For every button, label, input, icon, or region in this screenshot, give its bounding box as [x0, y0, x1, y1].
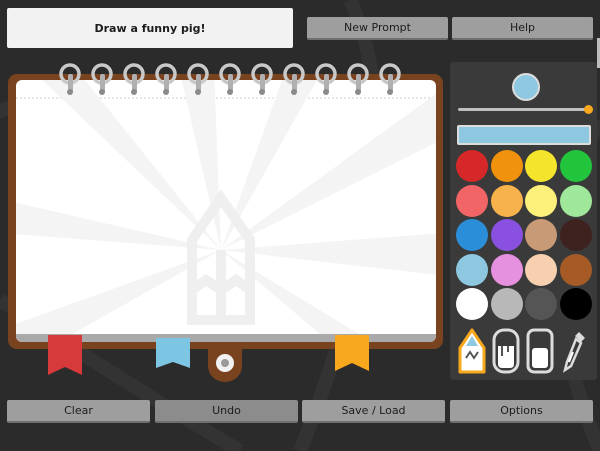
bookmark-tab-blue[interactable]	[156, 338, 190, 368]
notebook-clasp	[208, 344, 242, 382]
paint-bucket-icon	[498, 346, 514, 368]
color-swatch[interactable]	[559, 219, 592, 251]
color-swatch[interactable]	[525, 184, 557, 217]
color-swatch[interactable]	[525, 288, 557, 320]
options-button[interactable]: Options	[450, 400, 593, 423]
bookmark-tab-orange[interactable]	[335, 335, 369, 371]
color-swatch[interactable]	[559, 288, 592, 320]
brush-size-slider[interactable]	[458, 105, 593, 114]
undo-button[interactable]: Undo	[155, 400, 298, 423]
color-swatch[interactable]	[490, 219, 523, 251]
color-swatch[interactable]	[490, 288, 523, 320]
eraser-tool[interactable]	[526, 328, 554, 374]
eyedropper-tool[interactable]	[561, 328, 589, 374]
paint-bucket-tool[interactable]	[492, 328, 520, 374]
clear-button[interactable]: Clear	[7, 400, 150, 423]
bookmark-tab-blue-shape	[156, 338, 190, 368]
drawing-canvas[interactable]	[16, 80, 436, 342]
color-swatch[interactable]	[456, 150, 488, 182]
color-swatch[interactable]	[525, 150, 557, 182]
new-prompt-button[interactable]: New Prompt	[307, 17, 448, 40]
color-swatch[interactable]	[559, 253, 592, 286]
notebook	[8, 74, 443, 349]
save-load-button[interactable]: Save / Load	[302, 400, 445, 423]
color-swatch[interactable]	[490, 253, 523, 286]
bookmark-tab-red-shape	[48, 335, 82, 375]
bookmark-tab-orange-shape	[335, 335, 369, 371]
color-swatch[interactable]	[525, 219, 557, 251]
bookmark-tab-red[interactable]	[48, 335, 82, 375]
color-swatch[interactable]	[559, 184, 592, 217]
color-swatch[interactable]	[559, 150, 592, 182]
color-swatch[interactable]	[490, 184, 523, 217]
color-swatch[interactable]	[456, 219, 488, 251]
tools-panel	[450, 62, 597, 380]
color-swatch[interactable]	[456, 288, 488, 320]
eraser-icon	[532, 348, 548, 368]
canvas-watermark	[16, 80, 436, 342]
color-swatch[interactable]	[525, 253, 557, 286]
drawing-prompt: Draw a funny pig!	[7, 8, 293, 48]
current-color-bar	[457, 125, 591, 145]
help-button[interactable]: Help	[452, 17, 593, 40]
brush-preview	[512, 73, 540, 101]
color-swatch[interactable]	[456, 253, 488, 286]
color-swatch[interactable]	[456, 184, 488, 217]
color-swatch[interactable]	[490, 150, 523, 182]
brush-size-thumb[interactable]	[583, 105, 593, 114]
pencil-tool[interactable]	[458, 328, 486, 374]
